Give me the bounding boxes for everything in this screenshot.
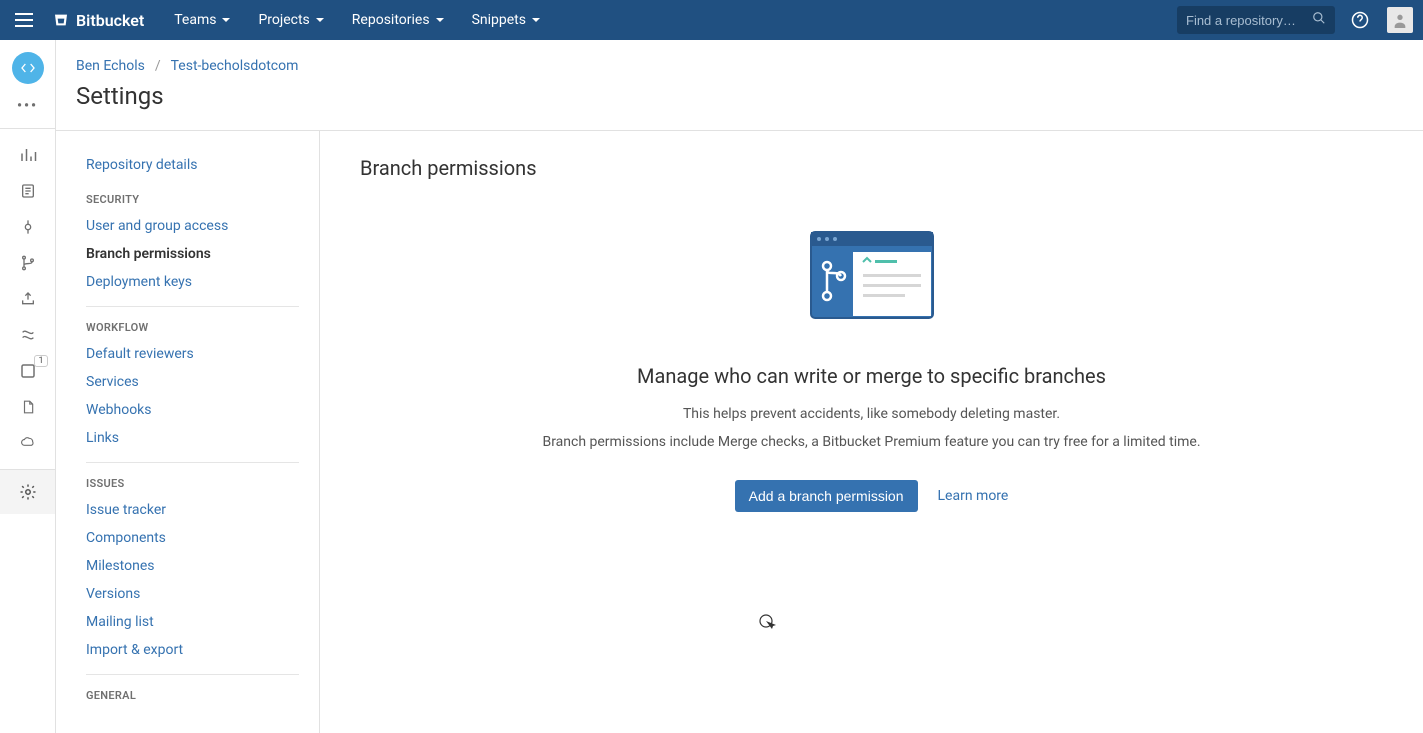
chevron-down-icon [222, 18, 230, 22]
pull-requests-icon[interactable]: 1 [18, 361, 38, 381]
commits-icon[interactable] [18, 217, 38, 237]
empty-state-desc-1: This helps prevent accidents, like someb… [683, 406, 1060, 422]
nav-webhooks[interactable]: Webhooks [66, 396, 319, 424]
brand-text: Bitbucket [76, 11, 144, 30]
nav-snippets[interactable]: Snippets [462, 4, 550, 36]
chevron-down-icon [532, 18, 540, 22]
icon-sidebar: ••• 1 [0, 40, 56, 733]
breadcrumb-owner[interactable]: Ben Echols [76, 58, 145, 74]
nav-teams[interactable]: Teams [164, 4, 240, 36]
breadcrumb: Ben Echols / Test-becholsdotcom [76, 58, 1403, 74]
downloads-icon[interactable] [18, 433, 38, 453]
add-branch-permission-button[interactable]: Add a branch permission [735, 480, 918, 512]
repo-avatar[interactable] [12, 52, 44, 84]
nav-mailing-list[interactable]: Mailing list [66, 608, 319, 636]
repository-search[interactable] [1177, 6, 1335, 34]
chevron-down-icon [436, 18, 444, 22]
branches-icon[interactable] [18, 253, 38, 273]
file-icon[interactable] [18, 397, 38, 417]
nav-components[interactable]: Components [66, 524, 319, 552]
page-header: Ben Echols / Test-becholsdotcom Settings [56, 40, 1423, 131]
nav-branch-permissions[interactable]: Branch permissions [66, 240, 319, 268]
empty-state: Manage who can write or merge to specifi… [492, 230, 1252, 512]
section-general: GENERAL [66, 675, 319, 708]
section-workflow: WORKFLOW [66, 307, 319, 340]
nav-user-group-access[interactable]: User and group access [66, 212, 319, 240]
bitbucket-logo[interactable]: Bitbucket [44, 11, 152, 30]
nav-services[interactable]: Services [66, 368, 319, 396]
nav-import-export[interactable]: Import & export [66, 636, 319, 664]
top-navigation-bar: Bitbucket Teams Projects Repositories Sn… [0, 0, 1423, 40]
section-security: SECURITY [66, 179, 319, 212]
section-issues: ISSUES [66, 463, 319, 496]
nav-versions[interactable]: Versions [66, 580, 319, 608]
more-icon[interactable]: ••• [17, 98, 38, 114]
nav-issue-tracker[interactable]: Issue tracker [66, 496, 319, 524]
share-icon[interactable] [18, 289, 38, 309]
breadcrumb-repo[interactable]: Test-becholsdotcom [171, 58, 299, 74]
chevron-down-icon [316, 18, 324, 22]
settings-icon[interactable] [18, 482, 38, 502]
nav-repository-details[interactable]: Repository details [66, 151, 319, 179]
main-content: Branch permissions [320, 131, 1423, 733]
search-input[interactable] [1186, 13, 1306, 28]
help-icon[interactable] [1345, 5, 1375, 35]
settings-navigation: Repository details SECURITY User and gro… [56, 131, 320, 733]
nav-repositories[interactable]: Repositories [342, 4, 454, 36]
empty-state-heading: Manage who can write or merge to specifi… [637, 364, 1106, 388]
pr-count-badge: 1 [34, 355, 47, 367]
content-title: Branch permissions [360, 156, 1383, 180]
nav-deployment-keys[interactable]: Deployment keys [66, 268, 319, 296]
overview-icon[interactable] [18, 145, 38, 165]
nav-projects[interactable]: Projects [248, 4, 333, 36]
bucket-icon [52, 11, 70, 29]
pipelines-icon[interactable] [18, 325, 38, 345]
breadcrumb-separator: / [155, 58, 161, 74]
branch-permissions-illustration [809, 230, 935, 324]
nav-milestones[interactable]: Milestones [66, 552, 319, 580]
nav-default-reviewers[interactable]: Default reviewers [66, 340, 319, 368]
nav-links[interactable]: Links [66, 424, 319, 452]
menu-icon[interactable] [8, 4, 40, 36]
search-icon [1312, 11, 1326, 29]
user-avatar[interactable] [1385, 5, 1415, 35]
empty-state-desc-2: Branch permissions include Merge checks,… [542, 434, 1200, 450]
learn-more-link[interactable]: Learn more [938, 488, 1009, 504]
source-icon[interactable] [18, 181, 38, 201]
page-title: Settings [76, 82, 1403, 110]
